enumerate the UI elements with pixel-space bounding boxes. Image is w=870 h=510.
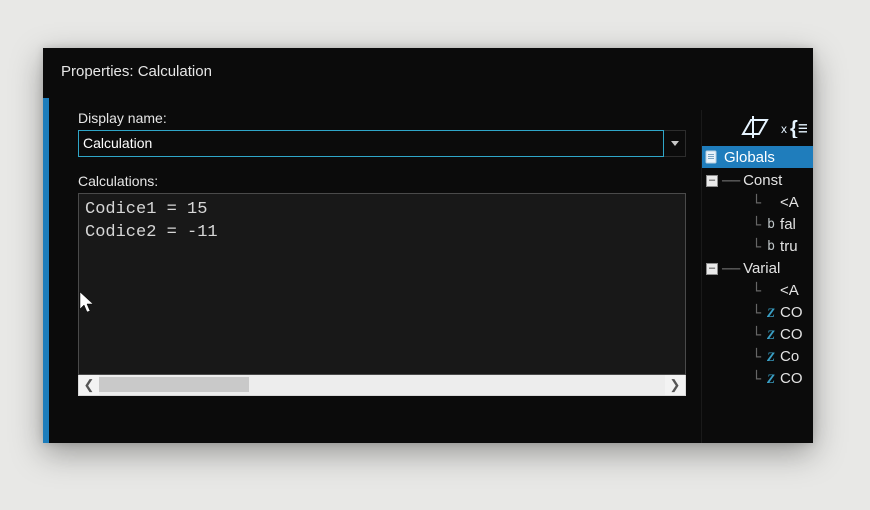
globals-pane: x {≡ Globals – ── Const └ (701, 110, 813, 443)
chevron-down-icon (671, 141, 679, 146)
tree-item[interactable]: └ <A (704, 280, 813, 302)
globals-header[interactable]: Globals (702, 146, 813, 168)
tree-group-label: Const (743, 170, 782, 192)
tree-item[interactable]: └ Z CO (704, 368, 813, 390)
tree-group-label: Varial (743, 258, 780, 280)
display-name-selected-text: Calculation (83, 135, 152, 151)
tree-item[interactable]: └ b tru (704, 236, 813, 258)
type-icon: Z (764, 368, 778, 390)
calculations-label: Calculations: (78, 173, 686, 189)
tree-group[interactable]: – ── Varial (704, 258, 813, 280)
horizontal-scrollbar[interactable]: ❮ ❯ (78, 375, 686, 396)
tree-item-label: tru (780, 236, 798, 258)
tree-item[interactable]: └ <A (704, 192, 813, 214)
braces-tool-icon[interactable]: x {≡ (781, 114, 807, 142)
tree-item[interactable]: └ Z Co (704, 346, 813, 368)
properties-panel: Properties: Calculation Display name: Ca… (43, 48, 813, 443)
display-name-row: Calculation (78, 130, 686, 157)
tree-item[interactable]: └ b fal (704, 214, 813, 236)
scroll-thumb[interactable] (99, 377, 249, 392)
type-icon: Z (764, 346, 778, 368)
calculations-textarea[interactable]: Codice1 = 15 Codice2 = -11 (78, 193, 686, 375)
display-name-label: Display name: (78, 110, 686, 126)
svg-text:x: x (781, 122, 787, 136)
document-icon (705, 150, 719, 164)
left-accent-bar (43, 98, 49, 443)
display-name-dropdown-button[interactable] (664, 130, 686, 157)
tree-item-label: fal (780, 214, 796, 236)
tree-item[interactable]: └ Z CO (704, 324, 813, 346)
collapse-icon[interactable]: – (706, 175, 718, 187)
tree-item-label: CO (780, 368, 803, 390)
tree-item-label: <A (780, 192, 799, 214)
type-icon: Z (764, 302, 778, 324)
scroll-track[interactable] (99, 375, 665, 395)
display-name-input[interactable]: Calculation (78, 130, 664, 157)
tree-item-label: CO (780, 324, 803, 346)
tree-item-label: <A (780, 280, 799, 302)
type-icon: b (764, 236, 778, 258)
properties-body: Display name: Calculation Calculations: … (78, 110, 686, 396)
collapse-icon[interactable]: – (706, 263, 718, 275)
type-icon: b (764, 214, 778, 236)
svg-text:{≡: {≡ (790, 118, 807, 138)
plane-tool-icon[interactable] (739, 114, 769, 142)
type-icon: Z (764, 324, 778, 346)
globals-header-label: Globals (724, 149, 775, 166)
tree-group[interactable]: – ── Const (704, 170, 813, 192)
tree-item-label: CO (780, 302, 803, 324)
scroll-left-button[interactable]: ❮ (79, 375, 99, 395)
panel-title: Properties: Calculation (61, 63, 212, 80)
tree-item-label: Co (780, 346, 799, 368)
tree-item[interactable]: └ Z CO (704, 302, 813, 324)
scroll-right-button[interactable]: ❯ (665, 375, 685, 395)
globals-toolbar: x {≡ (702, 110, 813, 146)
globals-tree[interactable]: – ── Const └ <A └ b fal └ b tru (702, 168, 813, 392)
